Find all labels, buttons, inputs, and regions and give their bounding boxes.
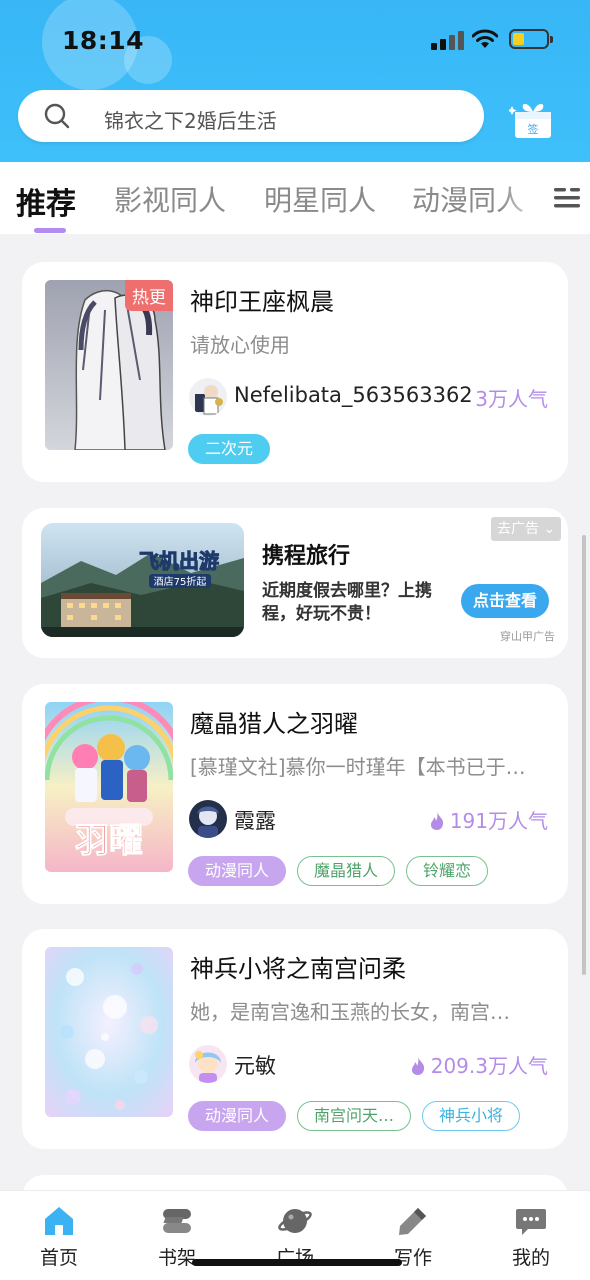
bookshelf-icon — [163, 1209, 191, 1233]
svg-text:羽曜: 羽曜 — [75, 821, 143, 861]
nav-home[interactable]: 首页 — [19, 1205, 99, 1270]
search-bar[interactable]: 锦衣之下2婚后生活 — [18, 90, 484, 142]
tag[interactable]: 二次元 — [188, 434, 271, 464]
story-description: [慕瑾文社]慕你一时瑾年【本书已于… — [190, 755, 526, 779]
tab-star-fanfic[interactable]: 明星同人 — [264, 179, 376, 219]
tag-list: 动漫同人 魔晶猎人 铃耀恋 — [188, 856, 489, 886]
story-card[interactable]: 神兵小将之南宫问柔 她，是南宫逸和玉燕的长女，南宫… 元敏 209.3万人气 动… — [22, 929, 568, 1149]
tag-list: 二次元 — [188, 434, 271, 464]
cellular-signal-icon — [431, 30, 464, 50]
story-description: 她，是南宫逸和玉燕的长女，南宫… — [190, 1000, 510, 1024]
author-avatar[interactable] — [189, 1045, 227, 1083]
search-placeholder: 锦衣之下2婚后生活 — [104, 109, 277, 133]
tag[interactable]: 魔晶猎人 — [297, 856, 396, 886]
story-title[interactable]: 神兵小将之南宫问柔 — [190, 949, 406, 984]
tab-recommend[interactable]: 推荐 — [16, 179, 76, 223]
home-icon — [45, 1207, 73, 1235]
ad-card[interactable]: 飞机出游 酒店75折起 携程旅行 近期度假去哪里？上携程，好玩不贵！ 点击查看 … — [22, 508, 568, 658]
nav-mine[interactable]: 我的 — [491, 1205, 571, 1270]
active-tab-indicator — [34, 228, 66, 233]
svg-text:飞机出游: 飞机出游 — [139, 549, 219, 573]
flame-icon — [430, 812, 443, 830]
chevron-down-icon: ⌄ — [543, 521, 556, 537]
pen-icon — [399, 1208, 426, 1235]
tag[interactable]: 南宫问天… — [297, 1101, 412, 1131]
story-title[interactable]: 神印王座枫晨 — [190, 282, 334, 317]
popularity-count: 3万人气 — [475, 387, 548, 411]
ad-source: 穿山甲广告 — [500, 630, 555, 643]
sign-in-gift-icon[interactable]: 签 — [509, 96, 557, 140]
tag[interactable]: 动漫同人 — [188, 1101, 287, 1131]
chat-bubble-icon — [516, 1209, 546, 1235]
author-name[interactable]: Nefelibata_563563362 — [234, 383, 473, 407]
author-name[interactable]: 霞露 — [234, 805, 276, 835]
status-time: 18:14 — [62, 26, 145, 55]
story-cover: 羽曜 — [45, 702, 173, 872]
tag-list: 动漫同人 南宫问天… 神兵小将 — [188, 1101, 521, 1131]
tag[interactable]: 铃耀恋 — [406, 856, 489, 886]
planet-icon — [278, 1209, 312, 1233]
popularity-count: 191万人气 — [430, 805, 548, 834]
story-cover: 热更 — [45, 280, 173, 450]
tab-film-fanfic[interactable]: 影视同人 — [114, 179, 226, 219]
story-card[interactable]: 羽曜 魔晶猎人之羽曜 [慕瑾文社]慕你一时瑾年【本书已于… 霞露 191万人气 … — [22, 684, 568, 904]
tab-fade — [500, 162, 546, 234]
tag[interactable]: 神兵小将 — [422, 1101, 521, 1131]
tag[interactable]: 动漫同人 — [188, 856, 287, 886]
battery-icon — [509, 29, 553, 49]
svg-text:签: 签 — [528, 122, 539, 136]
ad-title[interactable]: 携程旅行 — [262, 538, 350, 570]
search-icon — [44, 103, 70, 129]
scrollbar[interactable] — [582, 535, 586, 975]
ad-image[interactable]: 飞机出游 酒店75折起 — [41, 523, 244, 637]
story-card[interactable]: 热更 神印王座枫晨 请放心使用 Nefelibata_563563362 3万人… — [22, 262, 568, 482]
author-avatar[interactable] — [189, 378, 227, 416]
category-menu-icon[interactable] — [552, 183, 582, 213]
story-cover — [45, 947, 173, 1117]
story-title[interactable]: 魔晶猎人之羽曜 — [190, 704, 358, 739]
hot-update-badge: 热更 — [125, 280, 173, 311]
author-avatar[interactable] — [189, 800, 227, 838]
bottom-nav: 首页 书架 广场 写作 我的 — [0, 1190, 590, 1280]
ad-text: 近期度假去哪里？上携程，好玩不贵！ — [262, 581, 432, 624]
ad-view-button[interactable]: 点击查看 — [461, 584, 549, 618]
popularity-count: 209.3万人气 — [411, 1050, 548, 1079]
story-description: 请放心使用 — [190, 333, 290, 357]
wifi-icon — [472, 29, 498, 48]
remove-ad-button[interactable]: 去广告 ⌄ — [491, 517, 562, 541]
flame-icon — [411, 1057, 424, 1075]
category-tabs: 推荐 影视同人 明星同人 动漫同人 — [0, 162, 590, 234]
home-indicator[interactable] — [192, 1259, 402, 1266]
svg-text:酒店75折起: 酒店75折起 — [154, 575, 207, 588]
header: 18:14 锦衣之下2婚后生活 签 — [0, 0, 590, 162]
author-name[interactable]: 元敏 — [234, 1050, 276, 1080]
